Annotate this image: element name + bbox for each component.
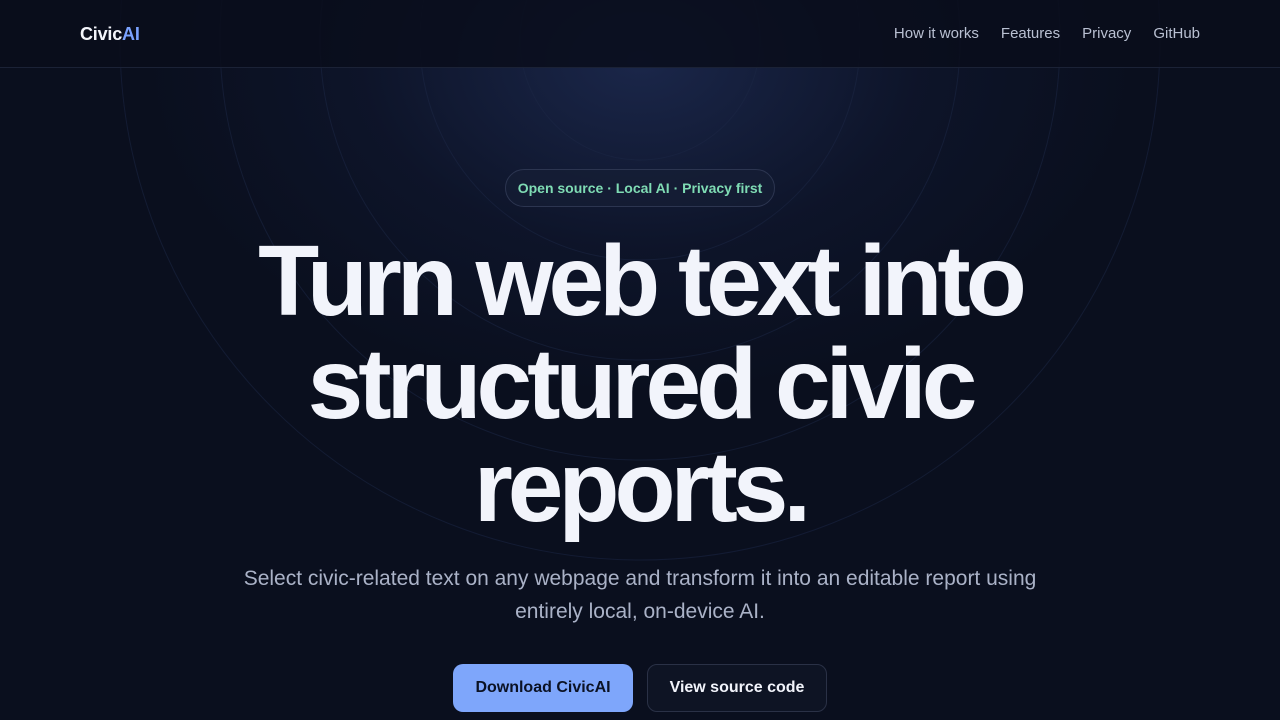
hero-subtitle: Select civic-related text on any webpage…: [243, 567, 1037, 623]
primary-nav: How it works Features Privacy GitHub: [894, 22, 1200, 46]
view-source-button[interactable]: View source code: [647, 664, 827, 712]
brand-logo[interactable]: CivicAI: [80, 22, 140, 46]
hero-headline-line-1: Turn web text into: [258, 225, 1027, 337]
nav-link-github[interactable]: GitHub: [1153, 22, 1200, 46]
top-navbar: CivicAI How it works Features Privacy Gi…: [0, 0, 1280, 68]
download-button[interactable]: Download CivicAI: [453, 664, 633, 712]
brand-logo-accent: AI: [122, 24, 140, 44]
hero-headline-line-2: structured civic: [307, 328, 978, 440]
hero-headline: Turn web text into structured civic repo…: [140, 230, 1140, 539]
hero-headline-line-3: reports.: [473, 431, 811, 543]
hero-badge: Open source · Local AI · Privacy first: [505, 169, 775, 207]
nav-link-privacy[interactable]: Privacy: [1082, 22, 1131, 46]
brand-logo-primary: Civic: [80, 24, 123, 44]
nav-link-how-it-works[interactable]: How it works: [894, 22, 979, 46]
landing-page: CivicAI How it works Features Privacy Gi…: [0, 0, 1280, 720]
nav-link-features[interactable]: Features: [1001, 22, 1060, 46]
